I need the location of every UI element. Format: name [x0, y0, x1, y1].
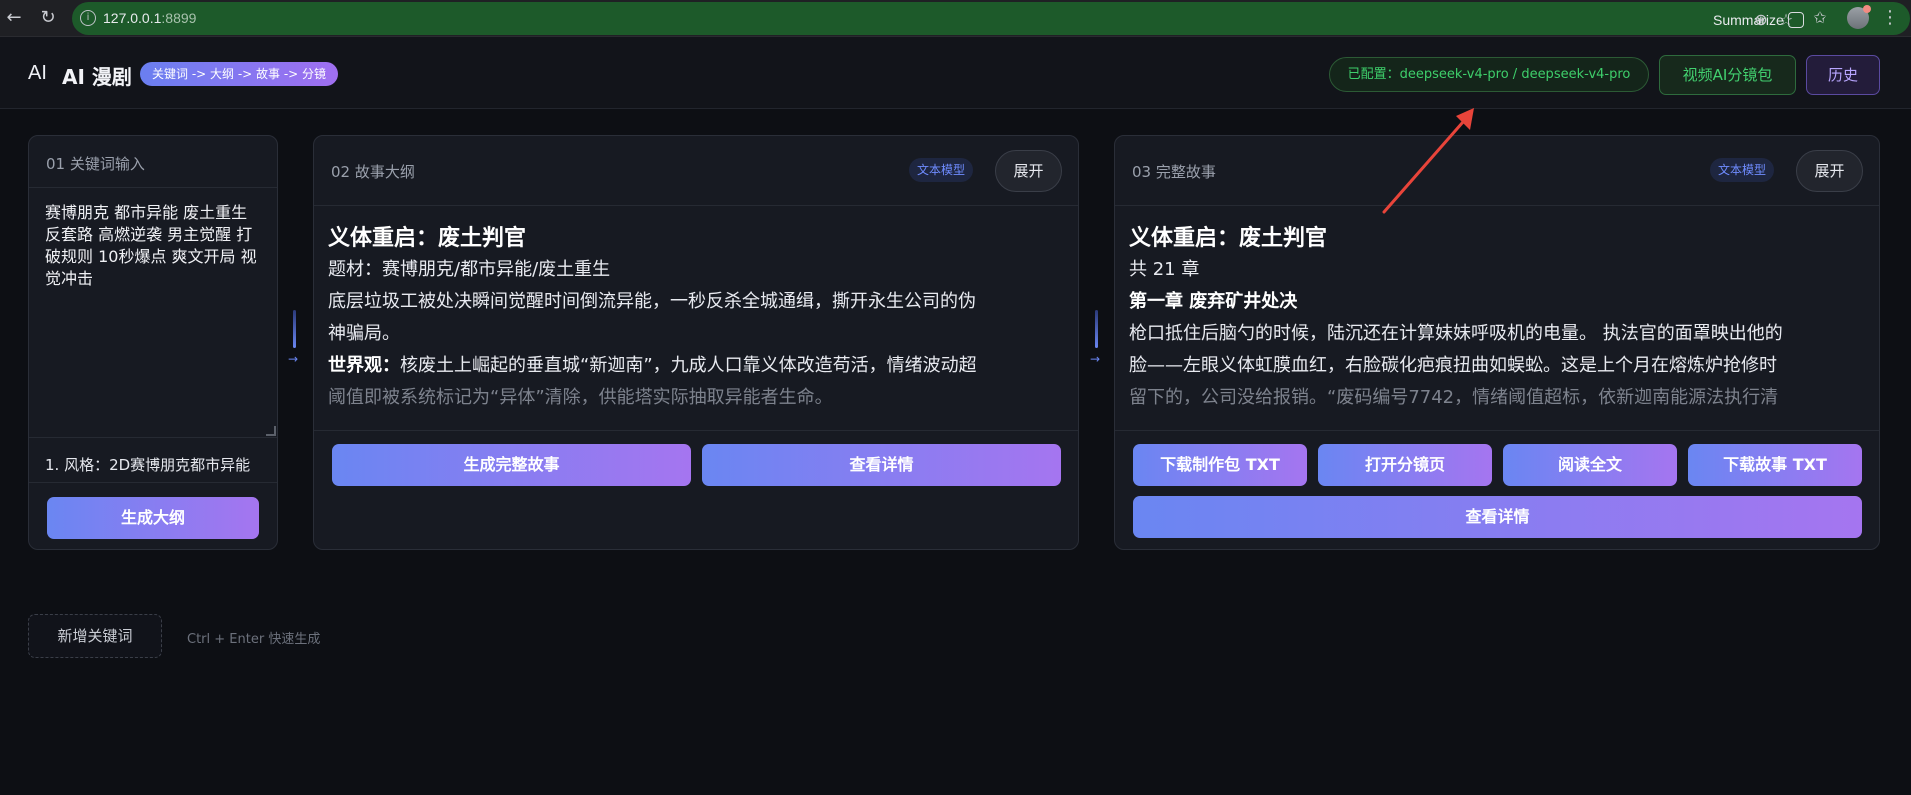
generate-outline-button[interactable]: 生成大纲 [47, 497, 259, 539]
keyword-card: 01 关键词输入 赛博朋克 都市异能 废土重生 反套路 高燃逆袭 男主觉醒 打破… [28, 135, 278, 550]
shortcut-hint: Ctrl + Enter 快速生成 [187, 632, 321, 647]
outline-line: 题材：赛博朋克/都市异能/废土重生 [328, 259, 611, 280]
keyword-card-header: 01 关键词输入 [29, 136, 277, 188]
expand-button[interactable]: 展开 [995, 150, 1062, 192]
summarize-button[interactable]: Summarize [1713, 12, 1784, 28]
chapter-count: 共 21 章 [1129, 259, 1200, 280]
brand-logo: AI [28, 62, 47, 84]
connector-1: → [288, 310, 302, 370]
story-card-title: 03 完整故事 [1132, 163, 1216, 181]
worldview-text: 核废土上崛起的垂直城“新迦南”，九成人口靠义体改造苟活，情绪波动超 [400, 355, 977, 376]
keyword-card-title: 01 关键词输入 [46, 155, 145, 173]
outline-line: 神骗局。 [328, 323, 400, 344]
outline-card-title: 02 故事大纲 [331, 163, 415, 181]
app-header: AI AI 漫剧 关键词 -> 大纲 -> 故事 -> 分镜 已配置：deeps… [0, 37, 1911, 109]
text-model-tag: 文本模型 [909, 158, 974, 182]
model-status-badge: 已配置：deepseek-v4-pro / deepseek-v4-pro [1329, 57, 1649, 92]
history-button[interactable]: 历史 [1806, 55, 1880, 95]
connector-line [293, 310, 296, 348]
bookmark-star-icon[interactable]: ☆ [1776, 10, 1796, 30]
keyword-textarea[interactable]: 赛博朋克 都市异能 废土重生 反套路 高燃逆袭 男主觉醒 打破规则 10秒爆点 … [29, 188, 277, 438]
arrow-right-icon: → [1090, 352, 1101, 366]
story-line-faded: 留下的，公司没给报销。“废码编号7742，情绪阈值超标，依新迦南能源法执行清 [1129, 387, 1779, 408]
profile-avatar[interactable] [1847, 5, 1871, 29]
video-storyboard-button[interactable]: 视频AI分镜包 [1659, 55, 1796, 95]
app-title: AI 漫剧 [62, 65, 132, 89]
story-line: 脸——左眼义体虹膜血红，右脸碳化疤痕扭曲如蜈蚣。这是上个月在熔炼炉抢修时 [1129, 355, 1777, 376]
outline-details-button[interactable]: 查看详情 [702, 444, 1061, 486]
outline-line-faded: 阈值即被系统标记为“异体”清除，供能塔实际抽取异能者生命。 [328, 387, 833, 408]
story-line: 枪口抵住后脑勺的时候，陆沉还在计算妹妹呼吸机的电量。 执法官的面罩映出他的 [1129, 323, 1783, 344]
generate-story-button[interactable]: 生成完整故事 [332, 444, 691, 486]
worldview-label: 世界观： [328, 355, 400, 376]
site-info-icon[interactable]: i [80, 10, 96, 26]
divider [29, 482, 277, 483]
outline-card: 02 故事大纲 文本模型 展开 义体重启：废土判官 题材：赛博朋克/都市异能/废… [313, 135, 1079, 550]
add-keyword-button[interactable]: 新增关键词 [28, 614, 162, 658]
text-model-tag: 文本模型 [1710, 158, 1775, 182]
open-storyboard-button[interactable]: 打开分镜页 [1318, 444, 1492, 486]
outline-body: 义体重启：废土判官 题材：赛博朋克/都市异能/废土重生 底层垃圾工被处决瞬间觉醒… [314, 206, 1078, 549]
style-option[interactable]: 1. 风格：2D赛博朋克都市异能 [45, 454, 250, 475]
outline-card-header: 02 故事大纲 文本模型 展开 [314, 136, 1078, 206]
download-story-button[interactable]: 下载故事 TXT [1688, 444, 1862, 486]
story-card: 03 完整故事 文本模型 展开 义体重启：废土判官 共 21 章 第一章 废弃矿… [1114, 135, 1880, 550]
arrow-right-icon: → [288, 352, 299, 366]
browser-menu-icon[interactable]: ⋮ [1880, 8, 1900, 28]
url-text: 127.0.0.1:8899 [103, 10, 197, 26]
story-title: 义体重启：废土判官 [1129, 226, 1328, 251]
read-full-button[interactable]: 阅读全文 [1503, 444, 1677, 486]
download-pack-button[interactable]: 下载制作包 TXT [1133, 444, 1307, 486]
back-icon[interactable]: ← [2, 6, 26, 30]
chapter-heading: 第一章 废弃矿井处决 [1129, 291, 1298, 312]
divider [1115, 430, 1879, 431]
address-bar[interactable]: i 127.0.0.1:8899 Summarize ⊕ ☆ [72, 2, 1910, 35]
reload-icon[interactable]: ↻ [36, 6, 60, 30]
worldview-line: 世界观：核废土上崛起的垂直城“新迦南”，九成人口靠义体改造苟活，情绪波动超 [328, 350, 1064, 382]
browser-toolbar: ← ↻ i 127.0.0.1:8899 Summarize ⊕ ☆ ✩ ⋮ [0, 0, 1911, 37]
connector-2: → [1090, 310, 1104, 370]
workflow-badge: 关键词 -> 大纲 -> 故事 -> 分镜 [140, 62, 339, 86]
resize-handle-icon[interactable] [266, 426, 276, 436]
connector-line [1095, 310, 1098, 348]
outline-line: 底层垃圾工被处决瞬间觉醒时间倒流异能，一秒反杀全城通缉，撕开永生公司的伪 [328, 291, 976, 312]
divider [314, 430, 1078, 431]
favorites-icon[interactable]: ✩ [1810, 8, 1830, 28]
expand-button[interactable]: 展开 [1796, 150, 1863, 192]
zoom-icon[interactable]: ⊕ [1751, 10, 1771, 30]
story-title: 义体重启：废土判官 [328, 226, 527, 251]
story-card-header: 03 完整故事 文本模型 展开 [1115, 136, 1879, 206]
story-details-button[interactable]: 查看详情 [1133, 496, 1862, 538]
annotation-arrow-icon [1382, 108, 1474, 214]
